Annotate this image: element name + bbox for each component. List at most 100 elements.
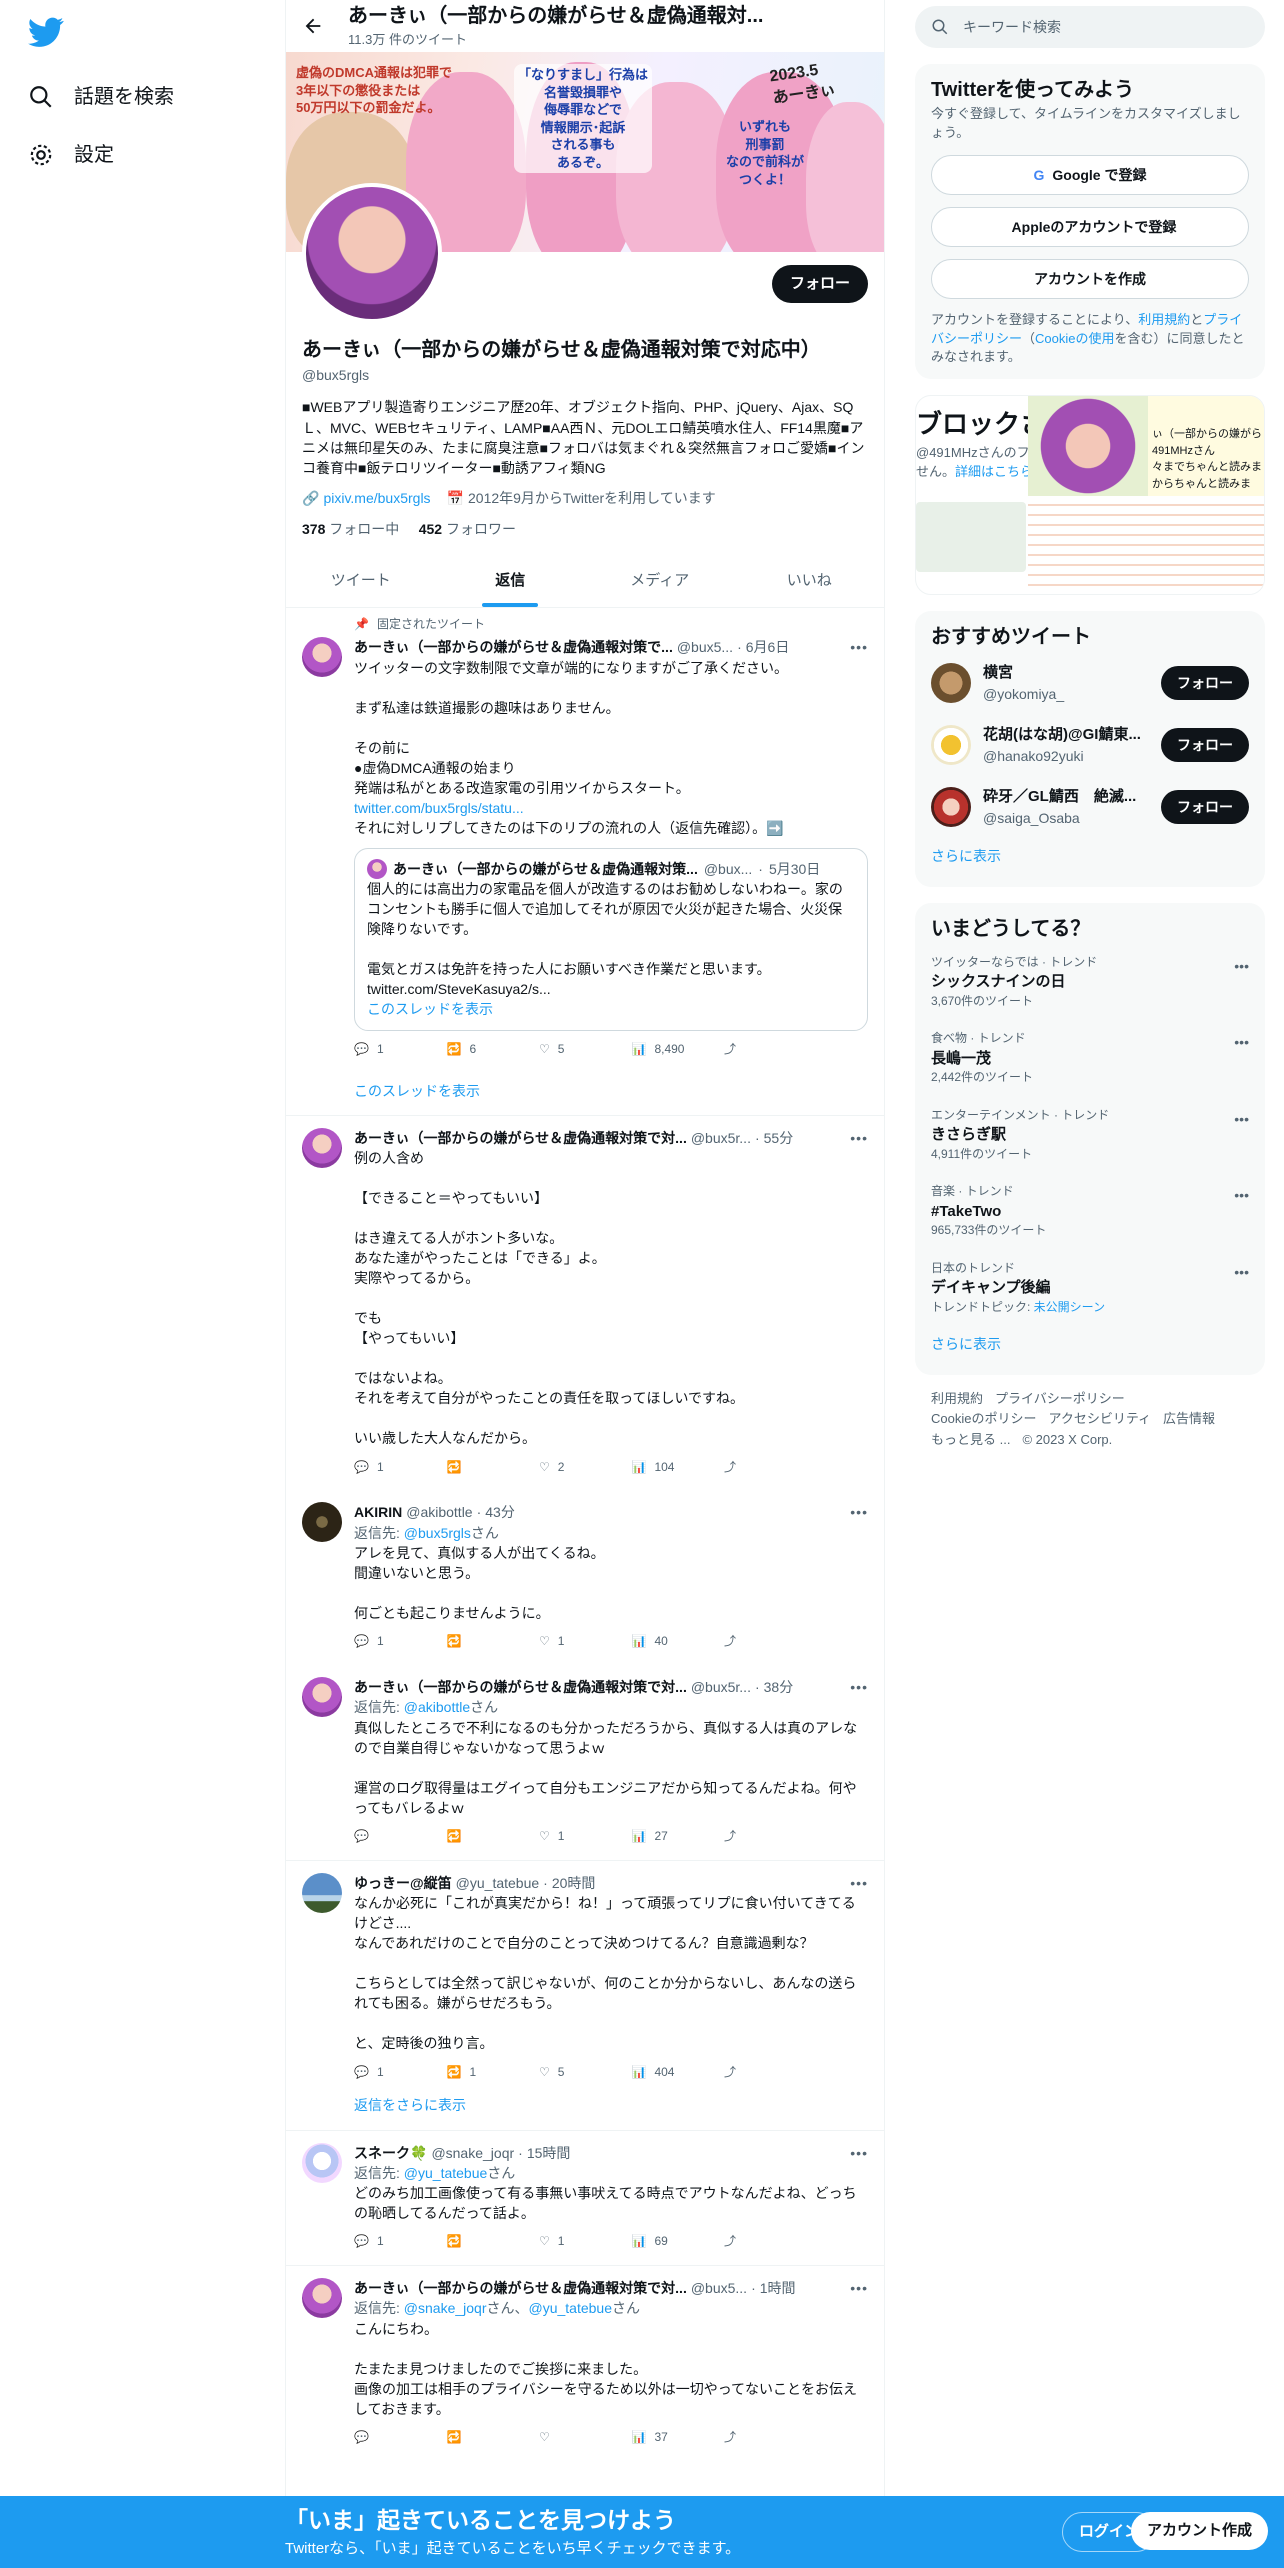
tweet-author[interactable]: あーきぃ（一部からの嫌がらせ＆虚偽通報対策で対... (354, 1677, 687, 1697)
reco-follow-button[interactable]: フォロー (1161, 790, 1249, 825)
reply-to-link[interactable]: @snake_joqr (404, 2300, 487, 2316)
avatar[interactable] (302, 1677, 342, 1718)
follow-button[interactable]: フォロー (771, 265, 868, 303)
tweet-link[interactable]: twitter.com/bux5rgls/statu... (354, 800, 524, 816)
profile-link[interactable]: pixiv.me/bux5rgls (323, 488, 430, 508)
tweet[interactable]: あーきぃ（一部からの嫌がらせ＆虚偽通報対策で対... @bux5r... · 5… (286, 1116, 884, 1491)
footer-link[interactable]: Cookieのポリシー (931, 1411, 1036, 1426)
like-button[interactable]: ♡ 1 (539, 2233, 599, 2250)
signup-button[interactable]: アカウント作成 (1130, 2512, 1268, 2550)
retweet-button[interactable]: 🔁 6 (447, 1041, 507, 1058)
more-icon[interactable]: ••• (1234, 956, 1249, 976)
like-button[interactable]: ♡ 5 (539, 1041, 599, 1058)
reco-follow-button[interactable]: フォロー (1161, 666, 1249, 701)
followers-link[interactable]: 452 フォロワー (419, 521, 516, 537)
quote-show-thread[interactable]: このスレッドを表示 (367, 1001, 493, 1017)
like-button[interactable]: ♡ 1 (539, 1633, 599, 1650)
more-icon[interactable]: ••• (850, 1873, 868, 1893)
reply-button[interactable]: 💬 1 (354, 1633, 414, 1650)
more-icon[interactable]: ••• (850, 1677, 868, 1697)
trend-item[interactable]: 音楽 · トレンド #TakeTwo 965,733件のツイート ••• (931, 1173, 1249, 1250)
tweet-author[interactable]: あーきぃ（一部からの嫌がらせ＆虚偽通報対策で... (354, 637, 673, 657)
block-details-link[interactable]: 詳細はこちら (955, 464, 1033, 479)
more-icon[interactable]: ••• (1234, 1185, 1249, 1205)
share-button[interactable]: ⤴ (724, 1459, 784, 1476)
footer-link[interactable]: プライバシーポリシー (995, 1391, 1125, 1406)
footer-link[interactable]: 広告情報 (1163, 1411, 1215, 1426)
tweet-author[interactable]: あーきぃ（一部からの嫌がらせ＆虚偽通報対策で対... (354, 1128, 687, 1148)
more-icon[interactable]: ••• (1234, 1109, 1249, 1129)
terms-link[interactable]: 利用規約 (1138, 312, 1190, 327)
avatar[interactable] (931, 787, 971, 828)
share-button[interactable]: ⤴ (724, 1828, 784, 1845)
tweet[interactable]: ゆっきー@縦笛 @yu_tatebue · 20時間 ••• なんか必死に「これ… (286, 1861, 884, 2095)
profile-avatar[interactable] (302, 183, 442, 323)
tweet-time[interactable]: 38分 (764, 1677, 794, 1697)
more-icon[interactable]: ••• (850, 637, 868, 657)
quoted-tweet[interactable]: あーきぃ（一部からの嫌がらせ＆虚偽通報対策... @bux... · 5月30日… (354, 847, 868, 1031)
tweet-author[interactable]: あーきぃ（一部からの嫌がらせ＆虚偽通報対策で対... (354, 2278, 687, 2298)
reply-to-link[interactable]: @yu_tatebue (404, 2165, 488, 2181)
cookie-link[interactable]: Cookieの使用 (1035, 331, 1114, 346)
views-button[interactable]: 📊 27 (632, 1828, 692, 1845)
following-link[interactable]: 378 フォロー中 (302, 521, 399, 537)
trends-more-link[interactable]: さらに表示 (931, 1326, 1249, 1362)
reply-button[interactable]: 💬 1 (354, 1041, 414, 1058)
tab-tweets[interactable]: ツイート (286, 555, 436, 607)
like-button[interactable]: ♡ 2 (539, 1459, 599, 1476)
like-button[interactable]: ♡ 5 (539, 2064, 599, 2081)
reply-to-link[interactable]: @yu_tatebue (528, 2300, 612, 2316)
share-button[interactable]: ⤴ (724, 1041, 784, 1058)
avatar[interactable] (931, 663, 971, 704)
trend-item[interactable]: 食べ物 · トレンド 長嶋一茂 2,442件のツイート ••• (931, 1020, 1249, 1097)
tab-media[interactable]: メディア (585, 555, 735, 607)
views-button[interactable]: 📊 8,490 (632, 1041, 692, 1058)
tab-likes[interactable]: いいね (735, 555, 885, 607)
nav-explore[interactable]: 話題を検索 (28, 68, 257, 126)
twitter-bird-icon[interactable] (27, 14, 68, 54)
google-signup-button[interactable]: G Google で登録 (931, 154, 1249, 195)
nav-settings[interactable]: 設定 (28, 126, 257, 184)
more-icon[interactable]: ••• (1234, 1262, 1249, 1282)
tweet-time[interactable]: 1時間 (760, 2278, 796, 2298)
reply-to-link[interactable]: @bux5rgls (404, 1525, 471, 1541)
avatar[interactable] (302, 1872, 342, 1913)
tweet-author[interactable]: AKIRIN (354, 1502, 402, 1522)
footer-link[interactable]: アクセシビリティ (1048, 1411, 1151, 1426)
more-icon[interactable]: ••• (850, 2278, 868, 2298)
reply-button[interactable]: 💬 (354, 2429, 414, 2446)
retweet-button[interactable]: 🔁 1 (447, 2064, 507, 2081)
avatar[interactable] (302, 1127, 342, 1168)
reply-button[interactable]: 💬 1 (354, 2064, 414, 2081)
reco-user[interactable]: 横宮 @yokomiya_ フォロー (931, 652, 1249, 714)
avatar[interactable] (931, 725, 971, 766)
tweet-time[interactable]: 43分 (485, 1502, 515, 1522)
tweet-time[interactable]: 55分 (764, 1128, 794, 1148)
tweet[interactable]: AKIRIN @akibottle · 43分 ••• 返信先: @bux5rg… (286, 1490, 884, 1665)
share-button[interactable]: ⤴ (724, 2233, 784, 2250)
tweet[interactable]: スネーク🍀 @snake_joqr · 15時間 ••• 返信先: @yu_ta… (286, 2131, 884, 2267)
show-thread-link[interactable]: このスレッドを表示 (286, 1073, 884, 1116)
tweet-time[interactable]: 6月6日 (746, 637, 790, 657)
search-box[interactable]: キーワード検索 (915, 6, 1265, 48)
more-replies-link[interactable]: 返信をさらに表示 (286, 2095, 884, 2131)
reco-more-link[interactable]: さらに表示 (931, 838, 1249, 874)
tweet-pinned[interactable]: あーきぃ（一部からの嫌がらせ＆虚偽通報対策で... @bux5... · 6月6… (286, 633, 884, 1072)
footer-link[interactable]: もっと見る ... (931, 1432, 1010, 1447)
retweet-button[interactable]: 🔁 (447, 2233, 507, 2250)
avatar[interactable] (302, 637, 342, 678)
reco-follow-button[interactable]: フォロー (1161, 728, 1249, 763)
tweet[interactable]: あーきぃ（一部からの嫌がらせ＆虚偽通報対策で対... @bux5r... · 3… (286, 1665, 884, 1861)
apple-signup-button[interactable]: Appleのアカウントで登録 (931, 206, 1249, 247)
like-button[interactable]: ♡ (539, 2429, 599, 2446)
more-icon[interactable]: ••• (850, 1128, 868, 1148)
trend-item[interactable]: 日本のトレンド デイキャンプ後編 トレンドトピック: 未公開シーン ••• (931, 1250, 1249, 1327)
reply-button[interactable]: 💬 1 (354, 2233, 414, 2250)
tweet-time[interactable]: 20時間 (552, 1873, 596, 1893)
reply-button[interactable]: 💬 1 (354, 1459, 414, 1476)
tweet-author[interactable]: ゆっきー@縦笛 (354, 1873, 452, 1893)
retweet-button[interactable]: 🔁 (447, 2429, 507, 2446)
more-icon[interactable]: ••• (850, 1502, 868, 1522)
views-button[interactable]: 📊 69 (632, 2233, 692, 2250)
views-button[interactable]: 📊 37 (632, 2429, 692, 2446)
